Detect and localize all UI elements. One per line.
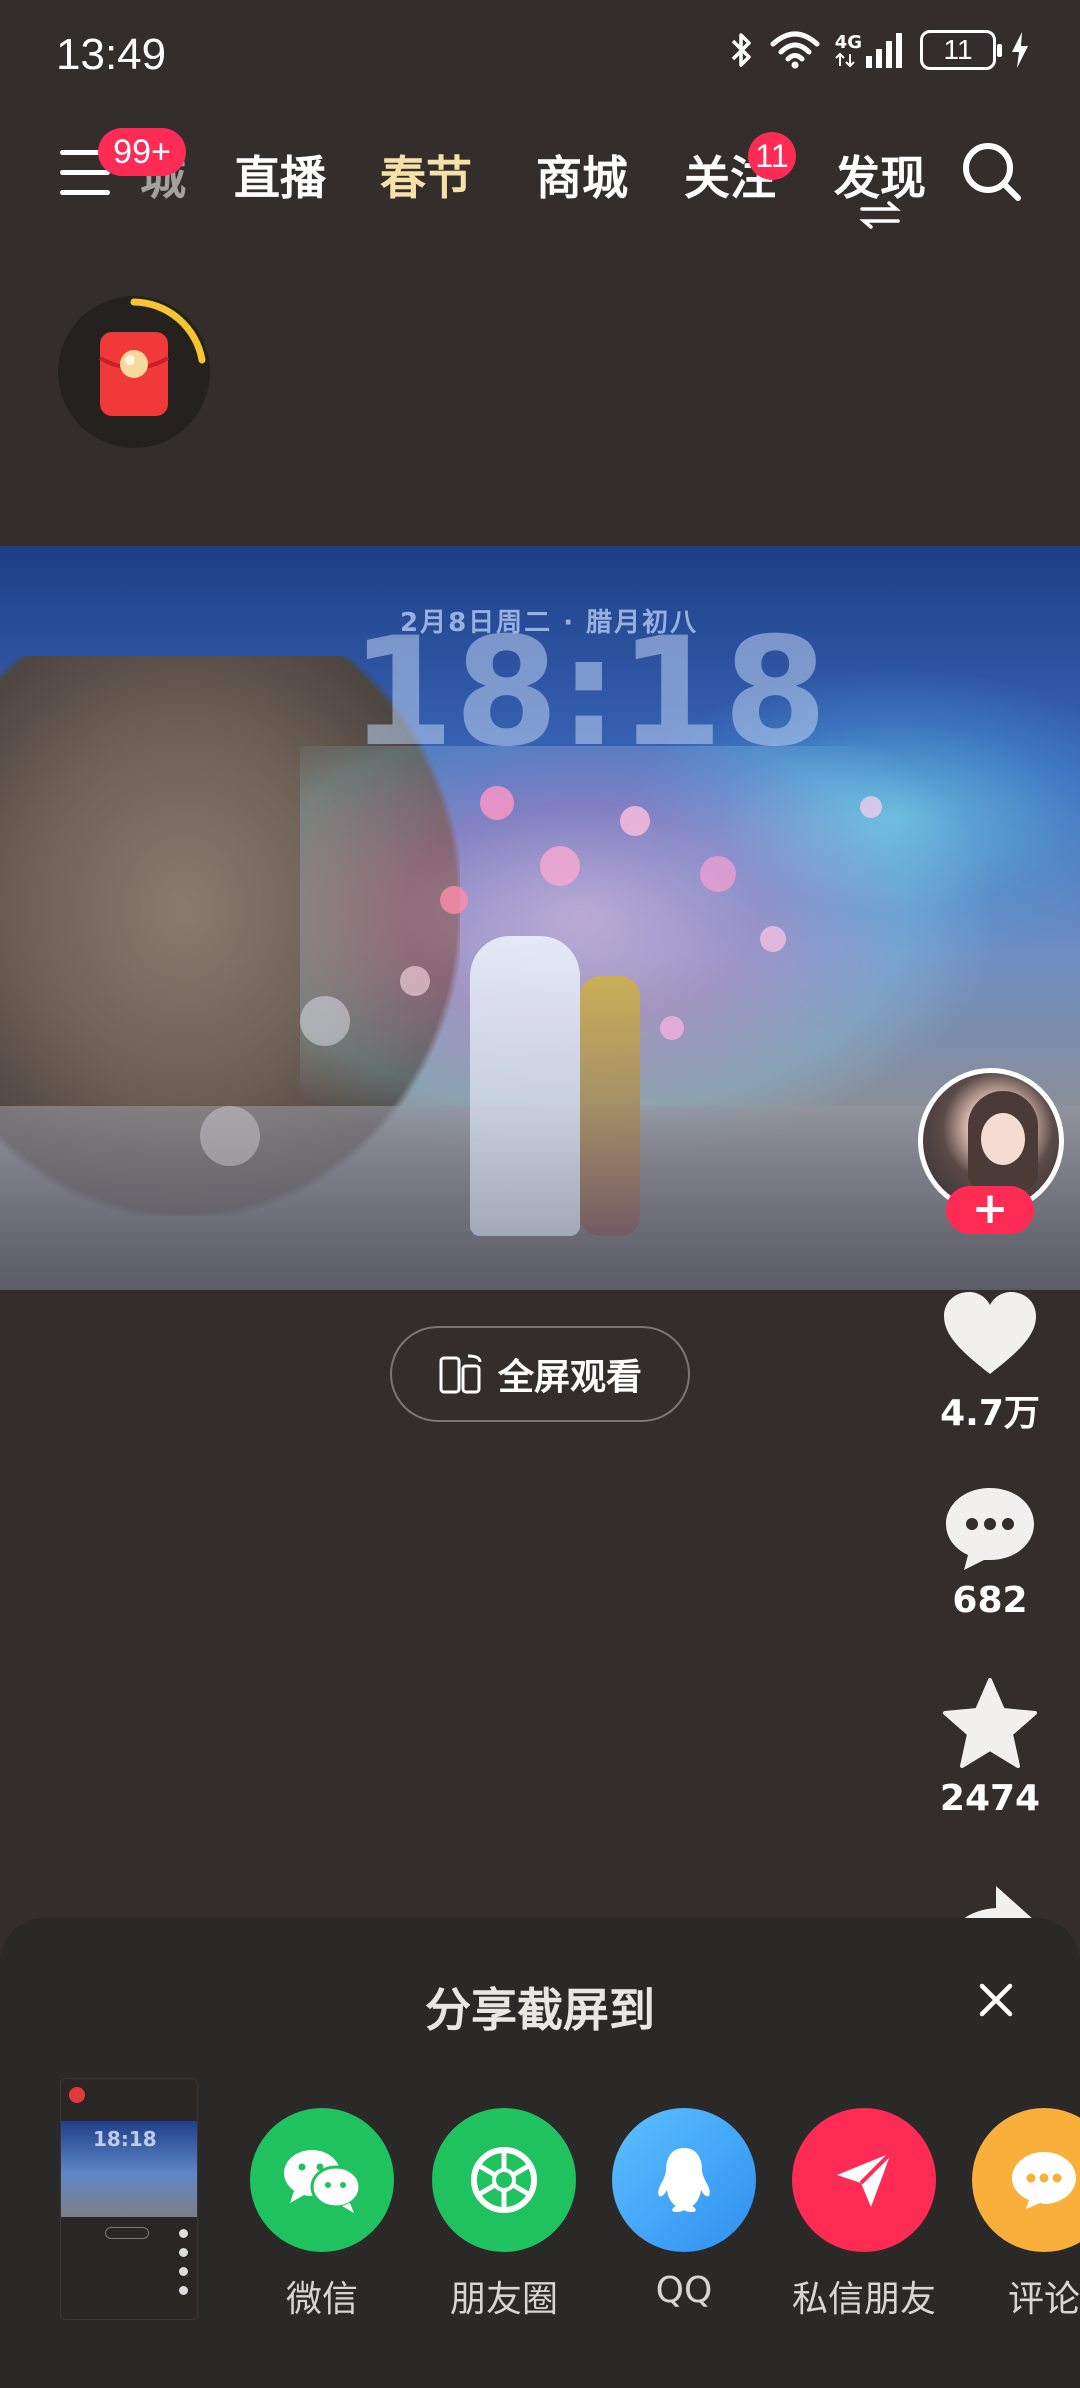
share-button[interactable] [940, 1880, 1040, 1920]
red-envelope-icon [98, 298, 206, 416]
moments-icon [432, 2108, 576, 2252]
tab-live[interactable]: 直播 [234, 142, 326, 208]
send-icon [792, 2108, 936, 2252]
search-icon[interactable] [960, 140, 1024, 204]
top-nav: 城 99+ 直播 春节 商城 关注 11 发现 [0, 120, 1080, 230]
like-button[interactable]: 4.7万 [920, 1290, 1060, 1436]
share-moments[interactable]: 朋友圈 [414, 2108, 594, 2322]
share-qq[interactable]: QQ [594, 2108, 774, 2311]
cellular-signal: 4G [835, 32, 906, 68]
video-figure [470, 936, 580, 1236]
share-targets: 微信 朋友圈 QQ 私信朋友 评论 [0, 2108, 1080, 2348]
video-figure-2 [580, 976, 640, 1236]
video-glow [300, 746, 1000, 1166]
share-arrow-icon [962, 1886, 1034, 1920]
share-qq-label: QQ [655, 2270, 713, 2311]
bokeh [860, 796, 882, 818]
star-icon [943, 1678, 1037, 1768]
video-player[interactable]: 2月8日周二 · 腊月初八 18:18 [0, 546, 1080, 1290]
menu-badge: 99+ [98, 128, 186, 176]
data-arrows-icon [834, 52, 855, 68]
thumbnail-envelope [69, 2087, 85, 2103]
bokeh [300, 996, 350, 1046]
signal-bars-icon [866, 33, 902, 68]
bokeh [660, 1016, 684, 1040]
close-icon[interactable] [974, 1978, 1018, 2022]
status-time: 13:49 [56, 30, 167, 79]
avatar-face [981, 1113, 1025, 1165]
share-comment[interactable]: 评论 [954, 2108, 1080, 2322]
bokeh [480, 786, 514, 820]
battery-indicator: 11 [920, 30, 1002, 70]
bokeh [400, 966, 430, 996]
fullscreen-button[interactable]: 全屏观看 [390, 1326, 690, 1422]
comment-icon [972, 2108, 1080, 2252]
follow-button[interactable]: + [946, 1186, 1034, 1234]
bokeh [540, 846, 580, 886]
network-type: 4G [834, 32, 862, 53]
heart-icon [944, 1292, 1036, 1374]
share-wechat-label: 微信 [285, 2279, 358, 2320]
tab-mall[interactable]: 商城 [536, 142, 628, 208]
rotate-screen-icon [439, 1354, 482, 1394]
following-badge: 11 [748, 132, 796, 180]
wifi-icon [770, 31, 820, 69]
share-wechat[interactable]: 微信 [232, 2108, 412, 2322]
comment-count: 682 [952, 1580, 1028, 1621]
bokeh [760, 926, 786, 952]
share-sheet-title: 分享截屏到 [425, 1983, 655, 2037]
share-sheet: 分享截屏到 18:18 微信 朋友圈 QQ 私信朋友 评论 [0, 1918, 1080, 2388]
bokeh [620, 806, 650, 836]
comment-bubble-icon [946, 1488, 1034, 1570]
favorite-button[interactable]: 2474 [920, 1678, 1060, 1819]
bokeh [440, 886, 468, 914]
fullscreen-label: 全屏观看 [497, 1357, 642, 1398]
tab-spring-festival[interactable]: 春节 [380, 142, 472, 208]
favorite-count: 2474 [939, 1778, 1041, 1819]
tab-discover[interactable]: 发现 [834, 142, 926, 208]
charging-icon [1012, 32, 1028, 68]
bokeh [200, 1106, 260, 1166]
qq-icon [612, 2108, 756, 2252]
share-private-message[interactable]: 私信朋友 [774, 2108, 954, 2322]
status-icons: 4G 11 [729, 30, 1030, 70]
bluetooth-icon [731, 33, 751, 67]
status-bar: 13:49 4G 11 [0, 0, 1080, 110]
red-envelope-widget[interactable] [58, 296, 210, 448]
comment-button[interactable]: 682 [920, 1484, 1060, 1621]
like-count: 4.7万 [940, 1393, 1040, 1434]
share-private-message-label: 私信朋友 [791, 2279, 936, 2320]
wechat-icon [250, 2108, 394, 2252]
bokeh [700, 856, 736, 892]
video-overlay-clock: 18:18 [350, 606, 828, 780]
switch-icon[interactable] [858, 200, 902, 230]
share-moments-label: 朋友圈 [449, 2279, 558, 2320]
share-comment-label: 评论 [1007, 2279, 1080, 2320]
